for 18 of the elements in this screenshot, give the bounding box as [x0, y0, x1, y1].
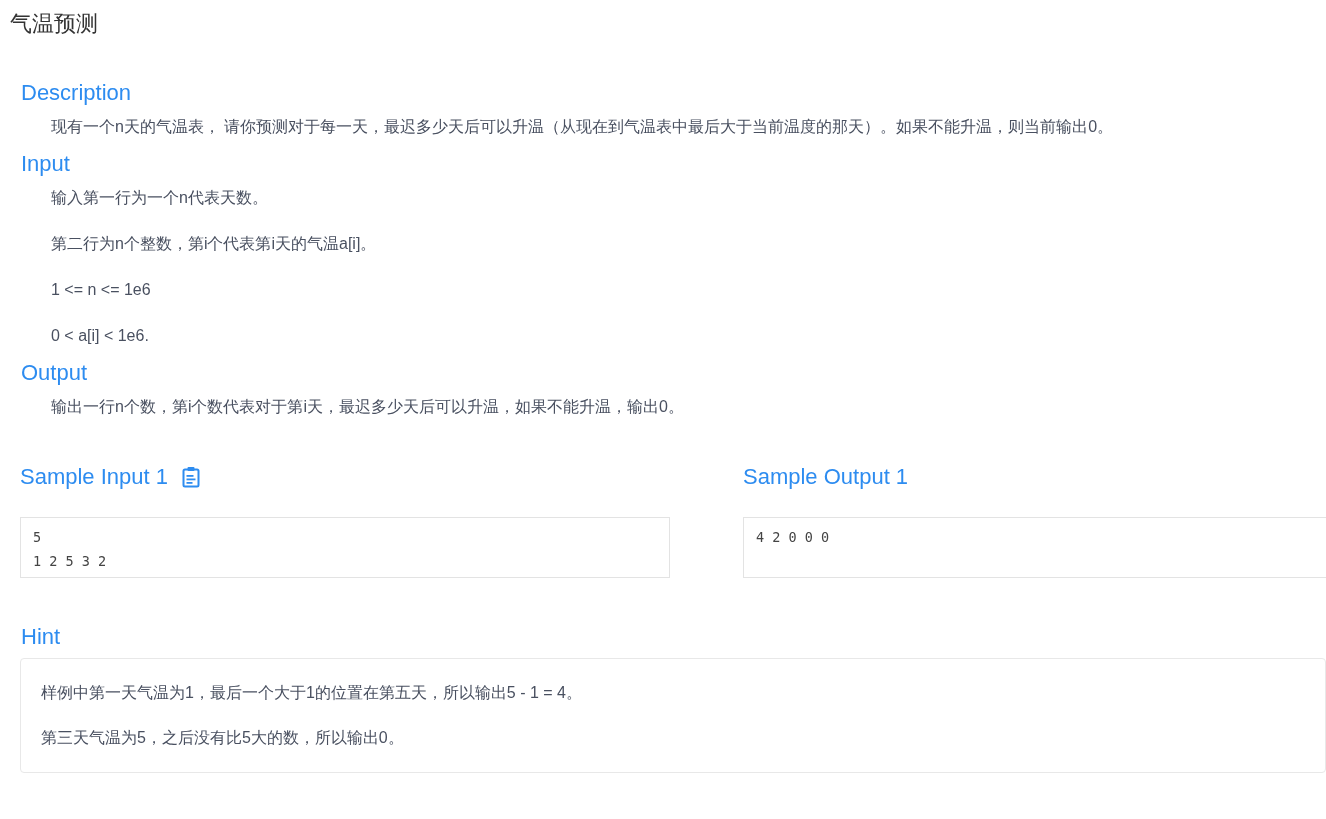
- paragraph: 样例中第一天气温为1，最后一个大于1的位置在第五天，所以输出5 - 1 = 4。: [41, 683, 583, 703]
- paragraph: 第二行为n个整数，第i个代表第i天的气温a[i]。: [51, 234, 378, 254]
- section-heading: Input: [21, 150, 70, 178]
- paragraph: 输出一行n个数，第i个数代表对于第i天，最迟多少天后可以升温，如果不能升温，输出0。: [51, 397, 685, 417]
- sample-code-block: 5 1 2 5 3 2: [20, 517, 670, 578]
- sample-heading: Sample Output 1: [743, 463, 909, 491]
- paragraph: 1 <= n <= 1e6: [51, 280, 152, 300]
- paragraph: 现有一个n天的气温表， 请你预测对于每一天，最迟多少天后可以升温（从现在到气温表中最后大于当前温度的那天）。如果不能升温，则当前输出0。: [51, 117, 1115, 137]
- sample-heading: Sample Input 1: [20, 463, 168, 491]
- paragraph: 输入第一行为一个n代表天数。: [51, 188, 269, 208]
- sample-code-block: 4 2 0 0 0: [743, 517, 1326, 578]
- paragraph: 0 < a[i] < 1e6.: [51, 326, 150, 346]
- paragraph: 第三天气温为5，之后没有比5大的数，所以输出0。: [41, 728, 405, 748]
- section-heading: Output: [21, 359, 88, 387]
- section-heading: Hint: [21, 623, 61, 651]
- problem-title: 气温预测: [10, 10, 99, 38]
- section-heading: Description: [21, 79, 132, 107]
- clipboard-icon[interactable]: [182, 466, 200, 488]
